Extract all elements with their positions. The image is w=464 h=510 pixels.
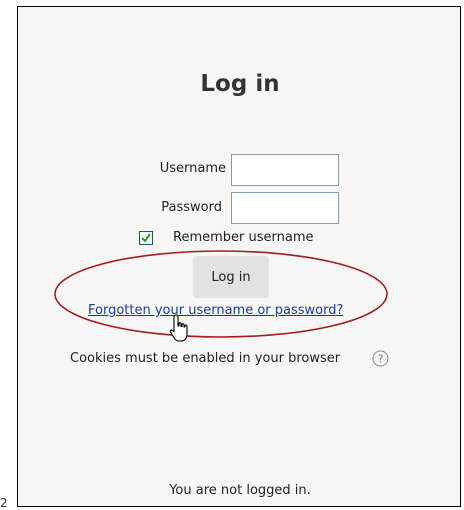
stray-mark: 2 [0,496,8,510]
username-field[interactable] [231,154,339,186]
remember-username-label: Remember username [173,230,314,245]
cookies-notice: Cookies must be enabled in your browser [70,351,341,366]
password-field[interactable] [231,192,339,224]
password-label: Password [161,200,222,215]
login-button[interactable]: Log in [193,256,269,298]
svg-text:?: ? [378,353,384,366]
username-label: Username [159,161,226,176]
page-title: Log in [200,71,280,97]
login-status-text: You are not logged in. [169,483,311,498]
remember-username-checkbox[interactable] [139,231,153,245]
help-question-icon[interactable]: ? [372,350,389,367]
checkmark-icon [141,233,151,243]
hand-pointer-cursor-icon [169,314,188,342]
forgot-password-link[interactable]: Forgotten your username or password? [88,303,343,318]
login-panel: Log in Username Password Remember userna… [17,6,461,507]
